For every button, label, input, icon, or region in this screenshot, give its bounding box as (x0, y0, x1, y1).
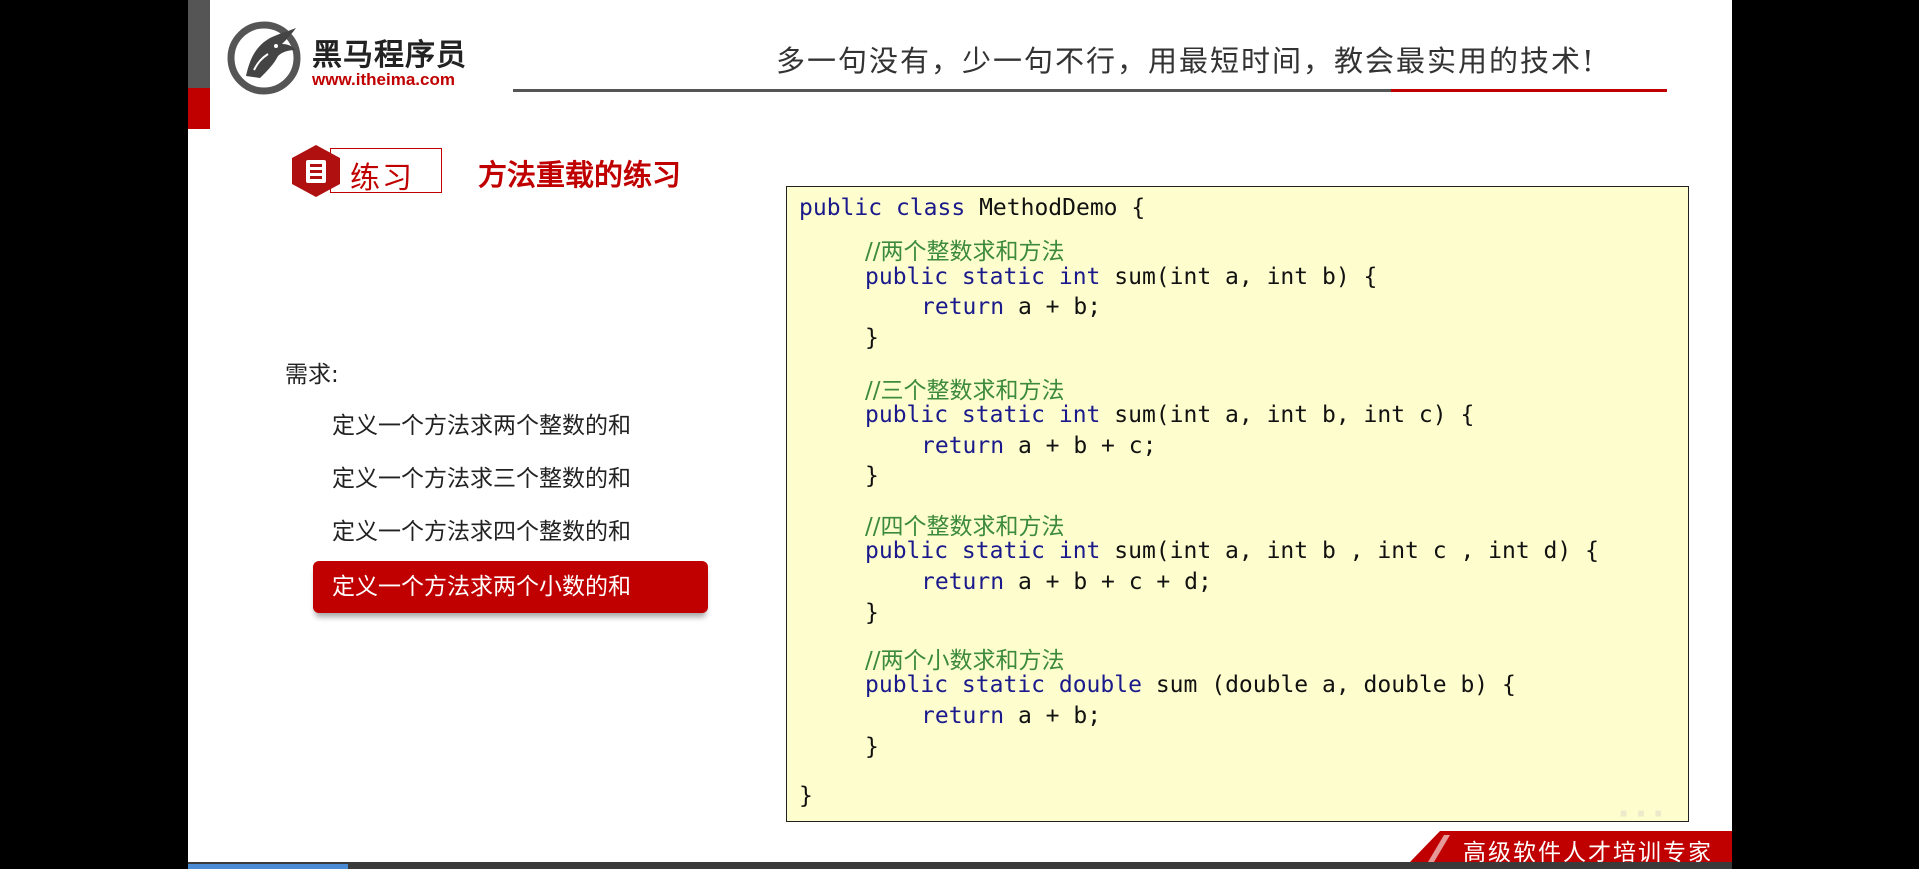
requirement-item: 定义一个方法求三个整数的和 (332, 466, 631, 492)
footer-tagline: 高级软件人才培训专家 (1463, 840, 1713, 862)
code-method-signature: public static int sum(int a, int b , int… (865, 538, 1599, 564)
header-rule (513, 89, 1391, 92)
class-name: MethodDemo { (979, 195, 1146, 221)
code-return: return a + b + c; (921, 433, 1157, 459)
code-comment: //三个整数求和方法 (865, 378, 1065, 404)
code-return: return a + b + c + d; (921, 569, 1212, 595)
header-rule-accent (1391, 89, 1667, 92)
left-accent-bar-red (188, 88, 210, 129)
slogan: 多一句没有，少一句不行，用最短时间，教会最实用的技术! (776, 44, 1596, 78)
code-brace: } (865, 463, 879, 489)
code-return: return a + b; (921, 703, 1102, 729)
code-comment: //两个整数求和方法 (865, 239, 1065, 265)
requirement-item: 定义一个方法求两个整数的和 (332, 413, 631, 439)
code-block: public class MethodDemo { //两个整数求和方法 pub… (786, 186, 1689, 822)
requirements-heading: 需求: (285, 362, 339, 388)
code-class-declaration: public class MethodDemo { (799, 195, 1146, 221)
horse-logo-icon (227, 21, 301, 95)
badge-label: 练习 (350, 161, 414, 196)
practice-badge: 练习 (288, 143, 442, 197)
brand-name: 黑马程序员 (312, 38, 467, 73)
document-icon (292, 145, 340, 197)
code-brace: } (865, 600, 879, 626)
brand-logo: 黑马程序员 www.itheima.com (226, 18, 516, 98)
code-brace: } (865, 325, 879, 351)
code-method-signature: public static int sum(int a, int b, int … (865, 402, 1475, 428)
code-method-signature: public static int sum(int a, int b) { (865, 264, 1378, 290)
code-method-signature: public static double sum (double a, doub… (865, 672, 1516, 698)
screen: 黑马程序员 www.itheima.com 多一句没有，少一句不行，用最短时间，… (0, 0, 1919, 869)
player-progress-fill (188, 864, 348, 869)
code-comment: //四个整数求和方法 (865, 514, 1065, 540)
player-progress-track[interactable] (188, 862, 1732, 869)
requirement-item-highlighted: 定义一个方法求两个小数的和 (313, 561, 708, 613)
requirements-list: 定义一个方法求两个整数的和 定义一个方法求三个整数的和 定义一个方法求四个整数的… (313, 402, 708, 613)
brand-url: www.itheima.com (312, 70, 455, 89)
code-return: return a + b; (921, 294, 1102, 320)
slide: 黑马程序员 www.itheima.com 多一句没有，少一句不行，用最短时间，… (188, 0, 1732, 862)
requirement-item: 定义一个方法求四个整数的和 (332, 519, 631, 545)
left-accent-bar (188, 0, 210, 88)
code-class-close: } (799, 783, 813, 809)
page-title: 方法重载的练习 (478, 158, 682, 192)
code-brace: } (865, 734, 879, 760)
code-comment: //两个小数求和方法 (865, 648, 1065, 674)
